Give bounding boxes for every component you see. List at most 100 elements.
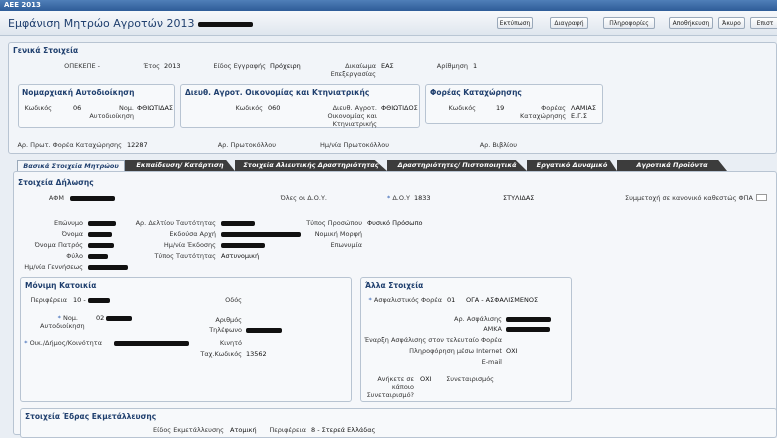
tab-workforce[interactable]: Εργατικό Δυναμικό (527, 160, 617, 171)
directorate-name-label: Διευθ. Αγροτ. Οικονομίας και Κτηνιατρική… (327, 104, 377, 128)
postal-label: Ταχ.Κωδικός (200, 350, 242, 358)
print-button[interactable]: Εκτύπωση (497, 17, 533, 29)
insurance-no-redacted (506, 315, 551, 323)
directorate-code-value: 060 (268, 104, 281, 112)
prefecture-code-label: Κωδικός (24, 104, 52, 112)
id-no-label: Αρ. Δελτίου Ταυτότητας (135, 219, 216, 227)
name-redacted (88, 230, 112, 238)
holding-region-value: 8 - Στερεά Ελλάδας (311, 426, 376, 434)
tab-agricultural-products[interactable]: Αγροτικά Προϊόντα (617, 160, 727, 171)
save-button[interactable]: Αποθήκευση (669, 17, 713, 29)
residence-prefecture-label: * Νομ. Αυτοδιοίκηση (40, 314, 85, 330)
issue-date-label: Ημ/νία Έκδοσης (163, 241, 216, 249)
residence-prefecture-code: 02 (96, 314, 133, 322)
body-name-value-2: Ε.Γ.Σ (571, 112, 587, 120)
father-name-label: Όνομα Πατρός (34, 241, 83, 249)
name-label: Όνομα (61, 230, 83, 238)
protocol-body-value: 12287 (127, 141, 148, 149)
body-code-label: Κωδικός (448, 104, 476, 112)
reg-type-label: Είδος Εγγραφής (213, 62, 266, 70)
processing-right-label: Δικαίωμα Επεξεργασίας (330, 62, 376, 78)
street-no-label: Αριθμός (215, 316, 242, 324)
app-title: ΑΕΕ 2013 (4, 1, 41, 9)
prefecture-code-value: 06 (73, 104, 82, 112)
doy-label: * Δ.Ο.Υ (370, 194, 410, 202)
insurer-label: * Ασφαλιστικός Φορέα (362, 296, 442, 304)
info-button[interactable]: Πληροφορίες (603, 17, 655, 29)
vat-regime-label: Συμμετοχή σε κανονικό καθεστώς ΦΠΑ (624, 194, 753, 202)
protocol-label: Αρ. Πρωτοκόλλου (217, 141, 276, 149)
body-name-label: Φορέας Καταχώρησης (520, 104, 567, 120)
holding-region-label: Περιφέρεια (269, 426, 306, 434)
registration-body-box-title: Φορέας Καταχώρησης (430, 88, 522, 97)
internet-info-value: ΟΧΙ (506, 347, 518, 355)
directorate-name-value: ΦΘΙΩΤΙΔΟΣ (381, 104, 418, 112)
region-code: 10 - (73, 296, 110, 304)
number-label: Αρίθμηση (436, 62, 468, 70)
doy-code: 1833 (414, 194, 431, 202)
page-title-text: Εμφάνιση Μητρώο Αγροτών 2013 (8, 17, 195, 30)
year-label: Έτος (143, 62, 160, 70)
prefecture-name-value: ΦΘΙΩΤΙΔΑΣ (137, 104, 174, 112)
tab-activities-certificates[interactable]: Δραστηριότητες/ Πιστοποιητικά (387, 160, 527, 171)
delete-button[interactable]: Διαγραφή (550, 17, 588, 29)
page-title: Εμφάνιση Μητρώο Αγροτών 2013 (8, 17, 253, 30)
tab-basic-registry[interactable]: Βασικά Στοιχεία Μητρώου (17, 160, 125, 171)
directorate-box-title: Διευθ. Αγροτ. Οικονομίας και Κτηνιατρική… (185, 88, 370, 97)
id-no-redacted (221, 219, 255, 227)
amka-label: ΑΜΚΑ (483, 325, 502, 333)
birthdate-label: Ημ/νία Γεννήσεως (24, 263, 83, 271)
directorate-code-label: Κωδικός (235, 104, 263, 112)
amka-redacted (506, 325, 550, 333)
other-info-title: Άλλα Στοιχεία (365, 281, 424, 290)
phone-redacted (246, 326, 282, 334)
body-code-value: 19 (496, 104, 505, 112)
legal-form-label: Νομική Μορφή (314, 230, 362, 238)
email-label: E-mail (481, 358, 502, 366)
company-name-label: Επωνυμία (330, 241, 362, 249)
municipality-redacted (114, 339, 189, 347)
coop-member-label: Ανήκετε σε κάποιο Συνεταιρισμό? (366, 375, 414, 399)
tab-fishing-activity[interactable]: Στοιχεία Αλιευτικής Δραστηριότητας (235, 160, 387, 171)
person-type-label: Τύπος Προσώπου (306, 219, 362, 227)
holding-type-label: Είδος Εκμετάλλευσης (153, 426, 224, 434)
doy-label-text: Δ.Ο.Υ (392, 194, 410, 202)
insurer-label-text: Ασφαλιστικός Φορέα (373, 296, 442, 304)
doy-name: ΣΤΥΛΙΔΑΣ (503, 194, 535, 202)
general-info-title: Γενικά Στοιχεία (13, 46, 79, 55)
vat-regime-checkbox[interactable] (756, 194, 767, 201)
municipality-label: * Οικ./Δήμος/Κοινότητα (22, 339, 102, 347)
back-button[interactable]: Επιστ (750, 17, 777, 29)
all-doy-label: Όλες οι Δ.Ο.Υ. (280, 194, 328, 202)
person-type-value: Φυσικό Πρόσωπο (367, 219, 423, 227)
surname-label: Επώνυμο (54, 219, 83, 227)
body-name-value: ΛΑΜΙΑΣ (571, 104, 596, 112)
id-type-value: Αστυνομική (221, 252, 260, 260)
number-value: 1 (473, 62, 478, 70)
holding-title: Στοιχεία Έδρας Εκμετάλλευσης (25, 412, 157, 421)
surname-redacted (88, 219, 116, 227)
residence-title: Μόνιμη Κατοικία (25, 281, 97, 290)
father-name-redacted (88, 241, 114, 249)
prefecture-name-label: Νομ. Αυτοδιοίκηση (89, 104, 134, 120)
gender-label: Φύλο (66, 252, 83, 260)
redacted-text (197, 21, 253, 27)
internet-info-label: Πληροφόρηση μέσω Internet (409, 347, 502, 355)
holding-type-value: Ατομική (230, 426, 257, 434)
cancel-button[interactable]: Άκυρο (718, 17, 745, 29)
issuer-label: Εκδούσα Αρχή (169, 230, 216, 238)
required-asterisk: * (368, 296, 372, 304)
municipality-label-text: Οικ./Δήμος/Κοινότητα (29, 339, 102, 347)
afm-value-redacted (70, 194, 115, 202)
book-no-label: Αρ. Βιβλίου (479, 141, 517, 149)
insurance-start-label: Έναρξη Ασφάλισης στον τελευταίο Φορέα (364, 336, 502, 344)
coop-label: Συνεταιρισμός (446, 375, 494, 383)
protocol-date-label: Ημ/νία Πρωτοκόλλου (320, 141, 389, 149)
phone-label: Τηλέφωνο (209, 326, 242, 334)
tab-education[interactable]: Εκπαίδευση/ Κατάρτιση (125, 160, 235, 171)
afm-label: ΑΦΜ (48, 194, 64, 202)
app-titlebar: ΑΕΕ 2013 (0, 0, 777, 11)
region-label: Περιφέρεια (30, 296, 67, 304)
reg-type-value: Πρόχειρη (270, 62, 301, 70)
id-type-label: Τύπος Ταυτότητας (154, 252, 216, 260)
